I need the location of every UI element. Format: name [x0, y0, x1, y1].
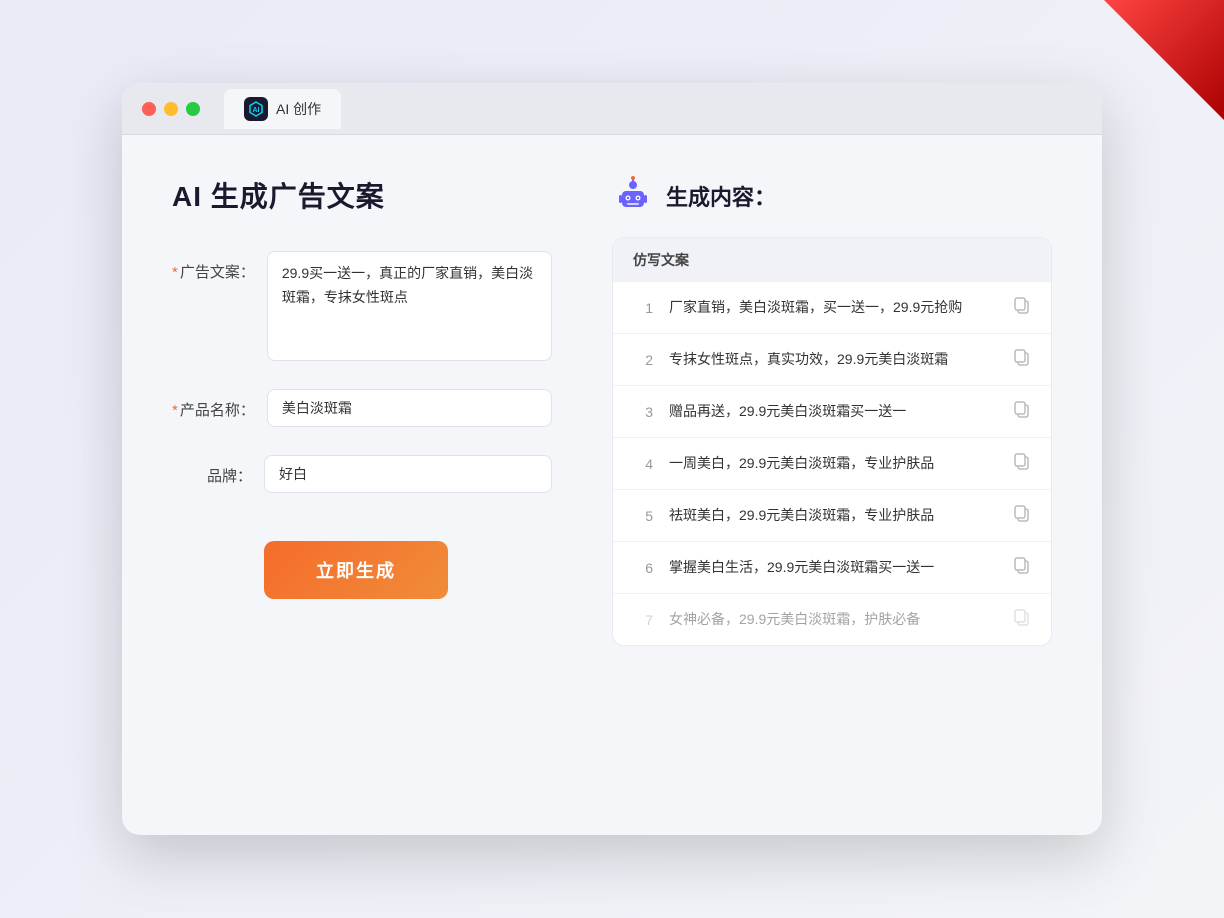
results-list: 1 厂家直销，美白淡斑霜，买一送一，29.9元抢购 2 专抹女性斑点，真实功效，29… [613, 282, 1051, 645]
product-name-label: *产品名称： [172, 389, 255, 420]
copy-icon[interactable] [1013, 504, 1031, 527]
browser-titlebar: AI AI 创作 [122, 83, 1102, 135]
copy-icon[interactable] [1013, 608, 1031, 631]
result-text: 女神必备，29.9元美白淡斑霜，护肤必备 [669, 609, 997, 630]
required-star: * [172, 264, 178, 281]
result-row: 1 厂家直销，美白淡斑霜，买一送一，29.9元抢购 [613, 282, 1051, 334]
close-button[interactable] [142, 102, 156, 116]
result-number: 7 [633, 612, 653, 628]
minimize-button[interactable] [164, 102, 178, 116]
traffic-lights [142, 102, 200, 116]
tab-icon: AI [244, 97, 268, 121]
right-header: 生成内容： [612, 175, 1052, 217]
result-row: 4 一周美白，29.9元美白淡斑霜，专业护肤品 [613, 438, 1051, 490]
result-number: 2 [633, 352, 653, 368]
result-number: 3 [633, 404, 653, 420]
page-title: AI 生成广告文案 [172, 175, 552, 215]
browser-window: AI AI 创作 AI 生成广告文案 *广告文案： *产品名称： [122, 83, 1102, 835]
copy-icon[interactable] [1013, 556, 1031, 579]
result-text: 厂家直销，美白淡斑霜，买一送一，29.9元抢购 [669, 297, 997, 318]
robot-icon [612, 175, 654, 217]
required-star-2: * [172, 402, 178, 419]
result-text: 掌握美白生活，29.9元美白淡斑霜买一送一 [669, 557, 997, 578]
left-panel: AI 生成广告文案 *广告文案： *产品名称： 品牌： 立 [172, 175, 552, 795]
results-header: 仿写文案 [613, 238, 1051, 282]
result-number: 6 [633, 560, 653, 576]
brand-input[interactable] [264, 455, 552, 493]
copy-icon[interactable] [1013, 348, 1031, 371]
right-panel: 生成内容： 仿写文案 1 厂家直销，美白淡斑霜，买一送一，29.9元抢购 2 专抹女… [612, 175, 1052, 795]
ad-copy-label: *广告文案： [172, 251, 255, 282]
result-number: 5 [633, 508, 653, 524]
generate-button[interactable]: 立即生成 [264, 541, 448, 599]
ai-tab[interactable]: AI AI 创作 [224, 89, 341, 129]
tab-label: AI 创作 [276, 99, 321, 119]
results-container: 仿写文案 1 厂家直销，美白淡斑霜，买一送一，29.9元抢购 2 专抹女性斑点，真实… [612, 237, 1052, 646]
form-group-brand: 品牌： [172, 455, 552, 493]
result-row: 6 掌握美白生活，29.9元美白淡斑霜买一送一 [613, 542, 1051, 594]
form-group-product-name: *产品名称： [172, 389, 552, 427]
result-text: 专抹女性斑点，真实功效，29.9元美白淡斑霜 [669, 349, 997, 370]
result-number: 1 [633, 300, 653, 316]
result-number: 4 [633, 456, 653, 472]
result-text: 一周美白，29.9元美白淡斑霜，专业护肤品 [669, 453, 997, 474]
right-title: 生成内容： [666, 180, 776, 212]
result-text: 赠品再送，29.9元美白淡斑霜买一送一 [669, 401, 997, 422]
copy-icon[interactable] [1013, 400, 1031, 423]
copy-icon[interactable] [1013, 296, 1031, 319]
ad-copy-textarea[interactable] [267, 251, 552, 361]
product-name-input[interactable] [267, 389, 552, 427]
result-row: 7 女神必备，29.9元美白淡斑霜，护肤必备 [613, 594, 1051, 645]
copy-icon[interactable] [1013, 452, 1031, 475]
result-row: 2 专抹女性斑点，真实功效，29.9元美白淡斑霜 [613, 334, 1051, 386]
corner-decoration [1104, 0, 1224, 120]
result-row: 3 赠品再送，29.9元美白淡斑霜买一送一 [613, 386, 1051, 438]
maximize-button[interactable] [186, 102, 200, 116]
browser-content: AI 生成广告文案 *广告文案： *产品名称： 品牌： 立 [122, 135, 1102, 835]
brand-label: 品牌： [172, 455, 252, 486]
result-text: 祛斑美白，29.9元美白淡斑霜，专业护肤品 [669, 505, 997, 526]
form-group-ad-copy: *广告文案： [172, 251, 552, 361]
result-row: 5 祛斑美白，29.9元美白淡斑霜，专业护肤品 [613, 490, 1051, 542]
svg-text:AI: AI [253, 107, 260, 114]
